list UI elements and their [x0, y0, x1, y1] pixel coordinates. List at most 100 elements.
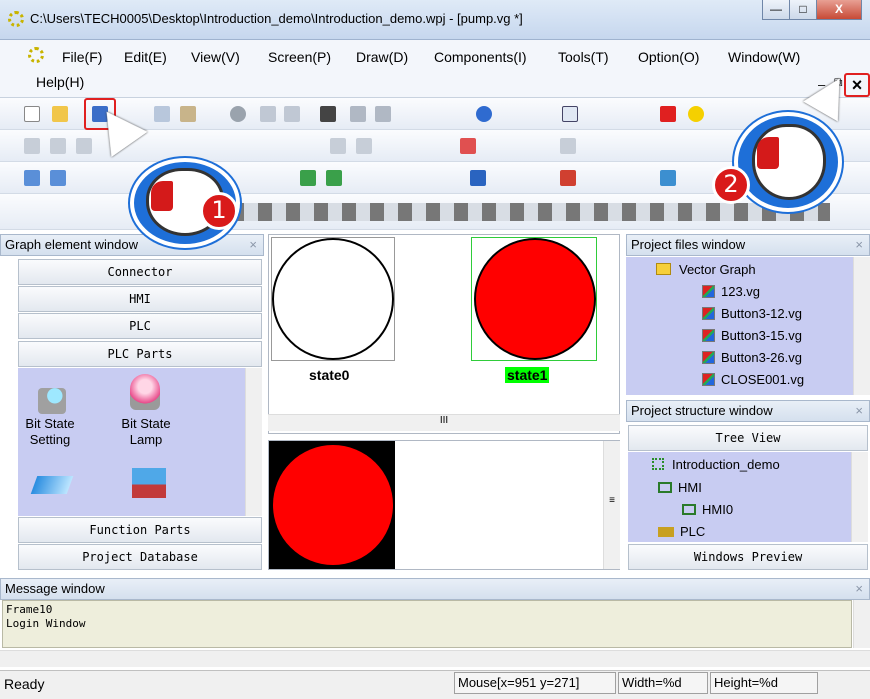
menu-file[interactable]: File(F) — [62, 49, 102, 65]
file-item[interactable]: Button3-26.vg — [702, 350, 802, 365]
component-icon-2[interactable] — [50, 170, 66, 186]
state0-label: state0 — [309, 367, 350, 383]
preview-scrollbar[interactable]: ≡ — [603, 441, 620, 569]
file-item[interactable]: CLOSE001.vg — [702, 372, 804, 387]
message-window-close[interactable]: × — [855, 579, 863, 599]
project-files-tree: Vector Graph 123.vg Button3-12.vg Button… — [626, 257, 870, 395]
preview-pane — [268, 440, 620, 570]
category-plc-parts[interactable]: PLC Parts — [18, 341, 262, 367]
part-icon-4[interactable] — [132, 468, 166, 498]
category-hmi[interactable]: HMI — [18, 286, 262, 312]
redo-icon[interactable] — [284, 106, 300, 122]
align-right-icon[interactable] — [76, 138, 92, 154]
maximize-button[interactable]: □ — [789, 0, 817, 20]
project-structure-scrollbar[interactable] — [851, 452, 868, 542]
tree-node-hmi[interactable]: HMI — [658, 480, 702, 495]
fill-pattern-strip[interactable] — [230, 203, 830, 221]
same-width-icon[interactable] — [330, 138, 346, 154]
component-icon-4[interactable] — [326, 170, 342, 186]
title-bar[interactable]: C:\Users\TECH0005\Desktop\Introduction_d… — [0, 0, 870, 40]
close-window-button[interactable]: X — [816, 0, 862, 20]
mouse-left-button-icon — [757, 137, 779, 169]
message-line: Frame10 — [6, 603, 53, 616]
category-connector[interactable]: Connector — [18, 259, 262, 285]
delete-icon[interactable] — [230, 106, 246, 122]
align-left-icon[interactable] — [24, 138, 40, 154]
message-scrollbar[interactable] — [853, 600, 870, 648]
component-icon-1[interactable] — [24, 170, 40, 186]
graph-window-close[interactable]: × — [249, 235, 257, 255]
tree-node-project[interactable]: Introduction_demo — [652, 457, 780, 472]
help-icon[interactable] — [476, 106, 492, 122]
part-icon-3[interactable] — [30, 476, 74, 494]
message-window-title: Message window × — [0, 578, 870, 600]
open-folder-icon[interactable] — [52, 106, 68, 122]
file-item[interactable]: Button3-12.vg — [702, 306, 802, 321]
menu-draw[interactable]: Draw(D) — [356, 49, 408, 65]
parts-scrollbar[interactable] — [245, 368, 262, 516]
mouse-left-button-icon — [151, 181, 173, 211]
menu-edit[interactable]: Edit(E) — [124, 49, 167, 65]
state0-frame[interactable] — [271, 237, 395, 361]
menu-option[interactable]: Option(O) — [638, 49, 699, 65]
folder-vector-graph[interactable]: Vector Graph — [656, 262, 756, 277]
same-height-icon[interactable] — [356, 138, 372, 154]
menu-window[interactable]: Window(W) — [728, 49, 800, 65]
print-icon[interactable] — [375, 106, 391, 122]
rectangle-tool-icon[interactable] — [660, 106, 676, 122]
windows-preview-button[interactable]: Windows Preview — [628, 544, 868, 570]
state0-circle — [272, 238, 394, 360]
tree-view-button[interactable]: Tree View — [628, 425, 868, 451]
undo-icon[interactable] — [260, 106, 276, 122]
component-icon-6[interactable] — [560, 170, 576, 186]
find-icon[interactable] — [320, 106, 336, 122]
category-project-database[interactable]: Project Database — [18, 544, 262, 570]
project-files-scrollbar[interactable] — [853, 257, 870, 395]
bit-state-lamp-icon[interactable] — [130, 374, 160, 410]
select-pointer-icon[interactable] — [562, 106, 578, 122]
project-structure-tree: Introduction_demo HMI HMI0 PLC — [628, 452, 868, 542]
project-structure-close[interactable]: × — [855, 401, 863, 421]
folder-icon — [656, 263, 671, 275]
tree-node-plc[interactable]: PLC — [658, 524, 705, 539]
print-preview-icon[interactable] — [350, 106, 366, 122]
canvas-h-scrollbar[interactable]: III — [268, 414, 620, 431]
layer-icon[interactable] — [460, 138, 476, 154]
menu-help[interactable]: Help(H) — [36, 74, 84, 90]
new-file-icon[interactable] — [24, 106, 40, 122]
state1-circle — [474, 238, 596, 360]
message-h-scrollbar[interactable] — [0, 650, 870, 667]
category-plc[interactable]: PLC — [18, 313, 262, 339]
bit-state-setting-label: Bit State Setting — [25, 416, 75, 447]
copy-icon[interactable] — [154, 106, 170, 122]
category-function-parts[interactable]: Function Parts — [18, 517, 262, 543]
bit-state-setting-icon[interactable] — [38, 388, 66, 414]
tree-node-hmi0[interactable]: HMI0 — [682, 502, 733, 517]
drawing-canvas[interactable]: state0 state1 — [268, 234, 620, 434]
component-icon-7[interactable] — [660, 170, 676, 186]
callout-mouse-2 — [734, 112, 842, 212]
project-files-title: Project files window × — [626, 234, 870, 256]
menu-components[interactable]: Components(I) — [434, 49, 527, 65]
ellipse-tool-icon[interactable] — [688, 106, 704, 122]
file-item[interactable]: Button3-15.vg — [702, 328, 802, 343]
paste-icon[interactable] — [180, 106, 196, 122]
vector-file-icon — [702, 373, 715, 386]
state1-frame[interactable] — [471, 237, 597, 361]
menu-app-icon — [28, 47, 44, 63]
component-icon-5[interactable] — [470, 170, 486, 186]
app-icon — [8, 11, 24, 27]
component-icon-3[interactable] — [300, 170, 316, 186]
project-files-close[interactable]: × — [855, 235, 863, 255]
menu-view[interactable]: View(V) — [191, 49, 240, 65]
status-width: Width=%d — [618, 672, 708, 694]
menu-screen[interactable]: Screen(P) — [268, 49, 331, 65]
message-log: Frame10 Login Window — [2, 600, 852, 648]
minimize-button[interactable]: — — [762, 0, 790, 20]
callout-badge-2: 2 — [712, 166, 750, 204]
align-center-icon[interactable] — [50, 138, 66, 154]
group-icon[interactable] — [560, 138, 576, 154]
file-item[interactable]: 123.vg — [702, 284, 760, 299]
menu-tools[interactable]: Tools(T) — [558, 49, 609, 65]
menu-bar: File(F) Edit(E) View(V) Screen(P) Draw(D… — [0, 40, 870, 98]
